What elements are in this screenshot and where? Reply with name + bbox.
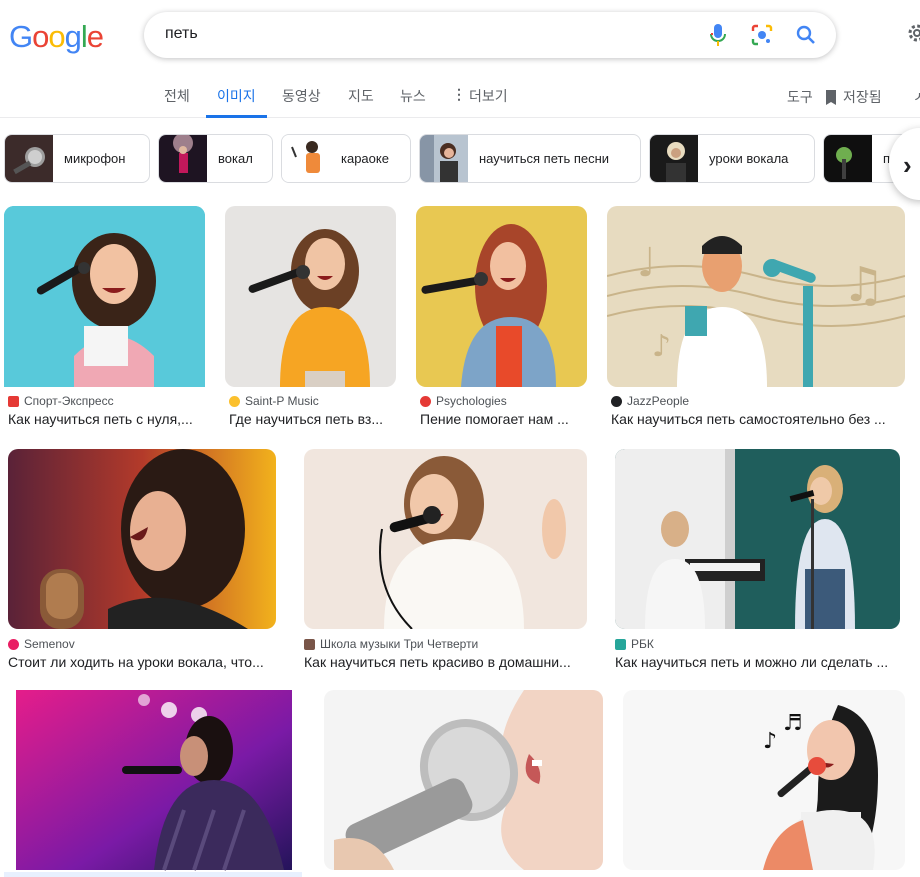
svg-text:♩: ♩ (637, 240, 656, 286)
source-name: Psychologies (436, 394, 507, 408)
svg-text:♪: ♪ (652, 329, 671, 364)
result-title[interactable]: Где научиться петь вз... (229, 411, 395, 427)
result-source[interactable]: Спорт-Экспресс (8, 394, 114, 408)
result-image[interactable] (4, 690, 302, 877)
result-image[interactable] (615, 449, 900, 629)
result-image[interactable] (416, 206, 587, 387)
chip-microphone[interactable]: микрофон (4, 134, 150, 183)
chip-label: научиться петь песни (479, 151, 610, 166)
source-name: JazzPeople (627, 394, 690, 408)
tools-button[interactable]: 도구 (787, 87, 813, 107)
chip-thumbnail (5, 135, 53, 182)
tab-maps[interactable]: 지도 (348, 86, 374, 118)
result-image[interactable]: ♩ ♫ ♪ (607, 206, 905, 387)
result-source[interactable]: Saint-P Music (229, 394, 319, 408)
google-logo[interactable]: Google (9, 19, 104, 55)
tools-overflow: ㅅ (913, 89, 920, 105)
search-input[interactable] (165, 25, 685, 43)
chip-thumbnail (420, 135, 468, 182)
tab-more[interactable]: ⋮ 더보기 (452, 86, 508, 118)
tab-more-label: 더보기 (469, 88, 508, 104)
tab-all[interactable]: 전체 (164, 86, 190, 118)
search-tabs: 전체 이미지 동영상 지도 뉴스 ⋮ 더보기 도구 저장됨 ㅅ (0, 78, 920, 118)
svg-text:♪: ♪ (763, 729, 777, 754)
result-image[interactable] (324, 690, 603, 870)
result-image[interactable] (304, 449, 587, 629)
chip-label: уроки вокала (709, 151, 789, 166)
related-searches: микрофон вокал караоке научиться петь пе… (0, 134, 920, 184)
search-box (144, 12, 836, 58)
result-image[interactable] (4, 206, 205, 387)
result-source[interactable]: JazzPeople (611, 394, 689, 408)
favicon (615, 638, 626, 650)
result-source[interactable]: Школа музыки Три Четверти (304, 637, 478, 651)
result-title[interactable]: Как научиться петь самостоятельно без ..… (611, 411, 901, 427)
result-title[interactable]: Как научиться петь красиво в домашни... (304, 654, 589, 670)
chip-learn-songs[interactable]: научиться петь песни (419, 134, 641, 183)
result-title[interactable]: Как научиться петь и можно ли сделать ..… (615, 654, 905, 670)
logo-letter: G (9, 19, 33, 54)
source-name: Semenov (24, 637, 75, 651)
chip-thumbnail (159, 135, 207, 182)
chevron-right-icon: › (903, 150, 912, 180)
chip-thumbnail (282, 135, 330, 182)
result-image[interactable] (225, 206, 396, 387)
result-title[interactable]: Как научиться петь с нуля,... (8, 411, 204, 427)
result-source[interactable]: Semenov (8, 637, 75, 651)
saved-button[interactable]: 저장됨 (825, 87, 882, 107)
favicon (611, 395, 622, 407)
source-name: Школа музыки Три Четверти (320, 637, 479, 651)
favicon (304, 638, 315, 650)
more-vert-icon: ⋮ (452, 86, 466, 102)
result-source[interactable]: Psychologies (420, 394, 507, 408)
source-name: Спорт-Экспресс (24, 394, 114, 408)
bookmark-icon (825, 89, 837, 105)
chip-vocal[interactable]: вокал (158, 134, 273, 183)
svg-text:♬: ♬ (783, 711, 803, 736)
gear-icon[interactable] (906, 22, 920, 46)
search-actions (706, 23, 818, 47)
result-source[interactable]: РБК (615, 637, 654, 651)
chip-karaoke[interactable]: караоке (281, 134, 411, 183)
search-icon[interactable] (794, 23, 818, 47)
tab-videos[interactable]: 동영상 (282, 86, 321, 118)
saved-label: 저장됨 (843, 89, 882, 105)
favicon (229, 395, 240, 407)
chip-vocal-lessons[interactable]: уроки вокала (649, 134, 815, 183)
source-name: Saint-P Music (245, 394, 319, 408)
google-lens-icon[interactable] (750, 23, 774, 47)
microphone-icon[interactable] (706, 23, 730, 47)
chip-label: вокал (218, 151, 253, 166)
result-image[interactable] (8, 449, 276, 629)
logo-letter: e (86, 19, 104, 54)
favicon (8, 638, 19, 650)
chip-label: микрофон (64, 151, 126, 166)
result-title[interactable]: Пение помогает нам ... (420, 411, 586, 427)
tab-images[interactable]: 이미지 (206, 86, 267, 118)
svg-text:♫: ♫ (842, 257, 885, 313)
result-image[interactable]: ♪ ♬ (623, 690, 905, 870)
chip-thumbnail (650, 135, 698, 182)
favicon (8, 395, 19, 407)
chip-thumbnail (824, 135, 872, 182)
logo-letter: o (48, 19, 65, 54)
result-title[interactable]: Стоит ли ходить на уроки вокала, что... (8, 654, 280, 670)
tab-news[interactable]: 뉴스 (400, 86, 426, 118)
chip-label: караоке (341, 151, 389, 166)
logo-letter: g (64, 19, 82, 54)
favicon (420, 395, 431, 407)
logo-letter: o (32, 19, 49, 54)
source-name: РБК (631, 637, 654, 651)
